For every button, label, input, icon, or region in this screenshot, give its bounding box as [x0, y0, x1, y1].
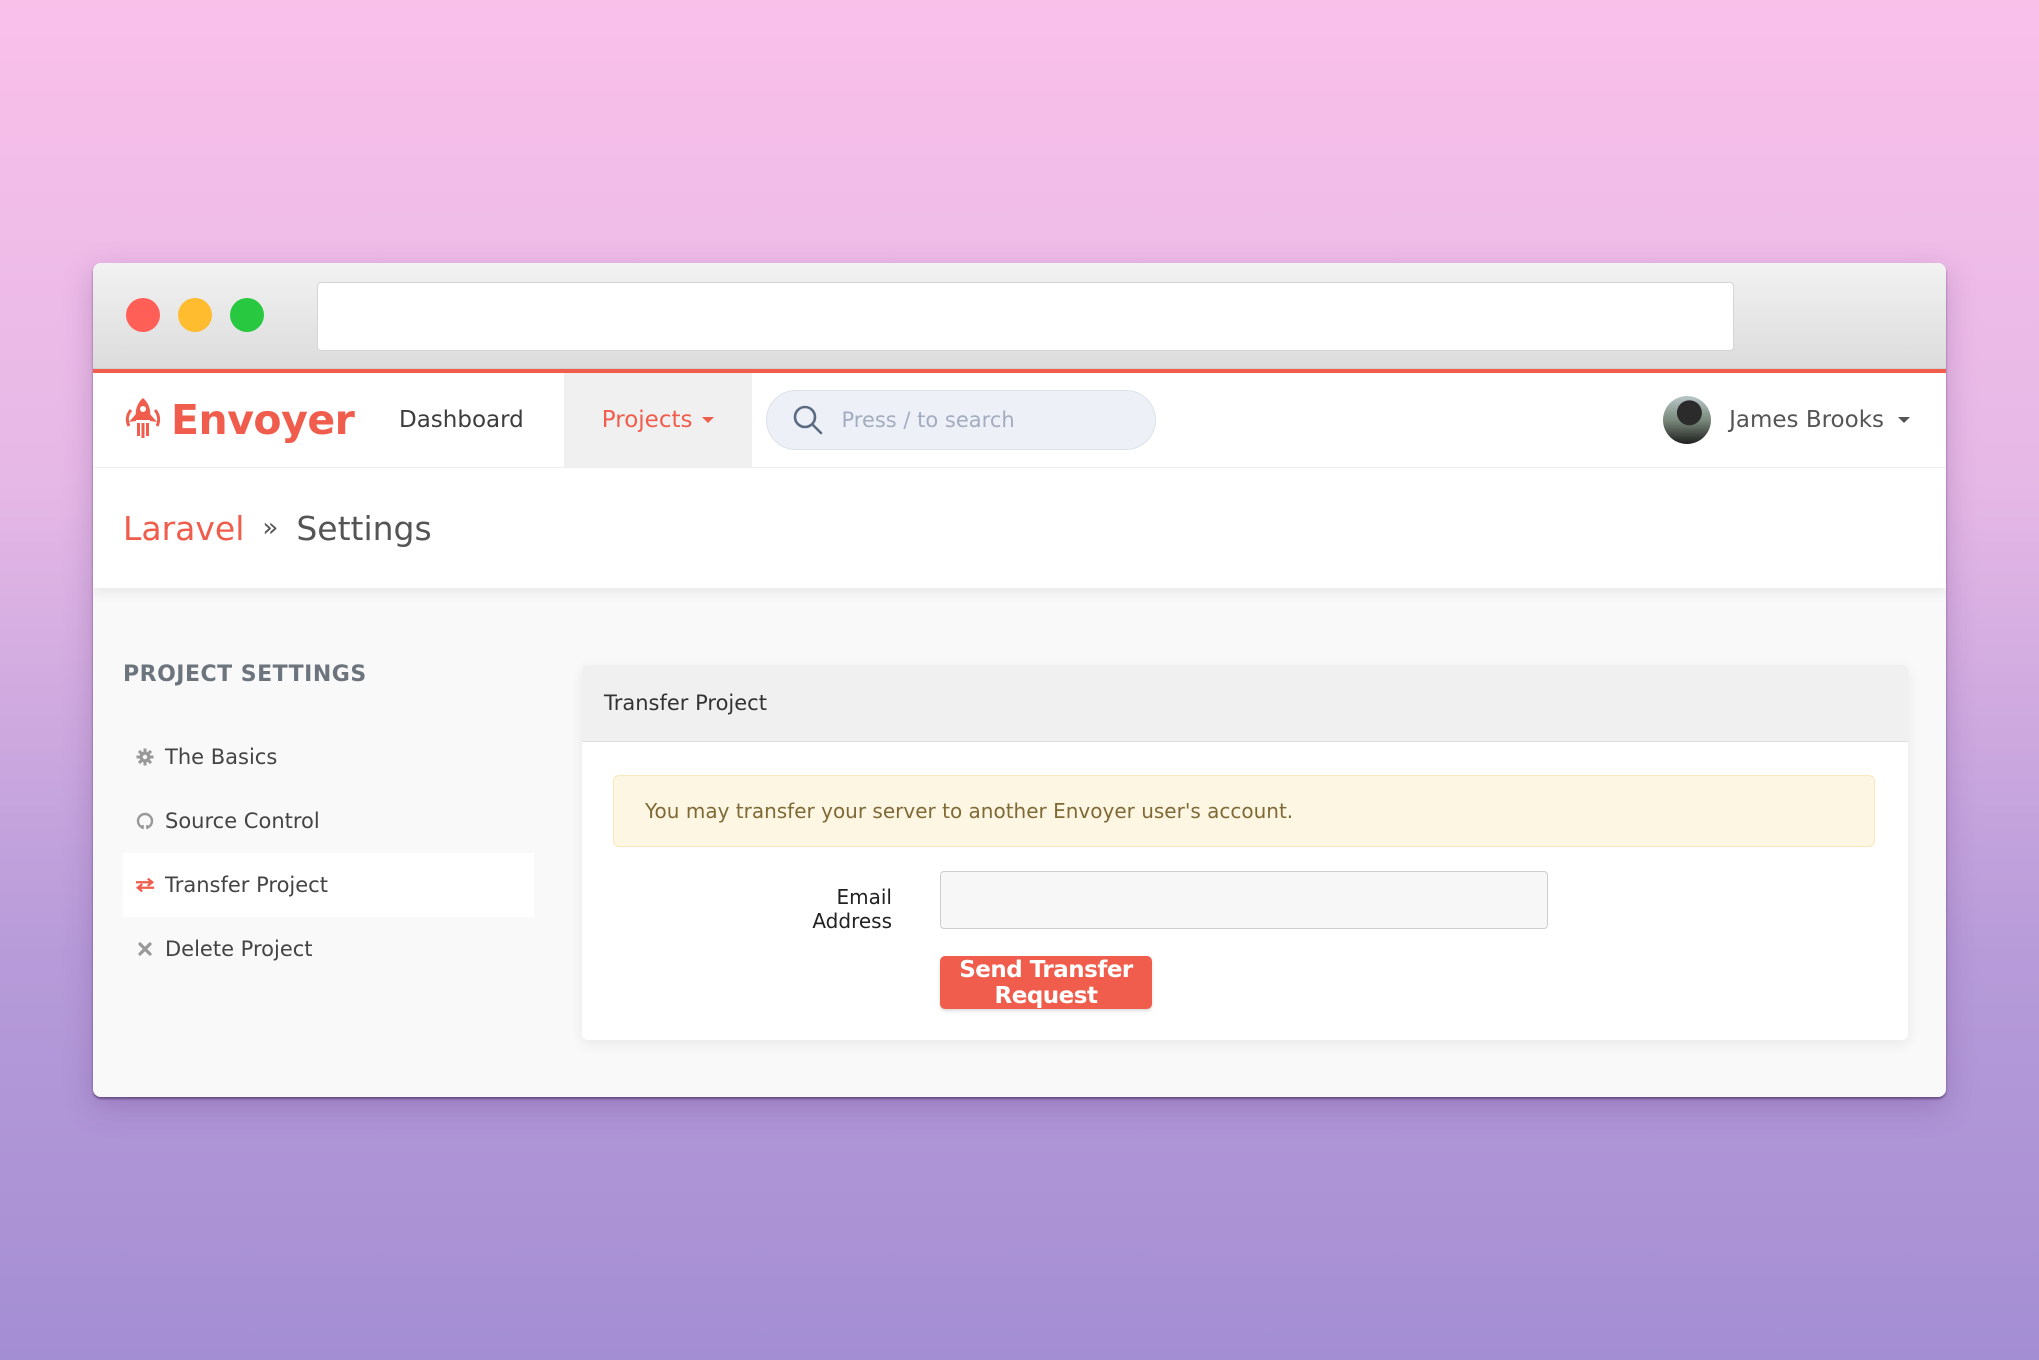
browser-window: Envoyer Dashboard Projects Press / to se…	[93, 263, 1946, 1097]
brand-name: Envoyer	[171, 396, 355, 444]
sidebar-heading: PROJECT SETTINGS	[123, 662, 367, 687]
avatar[interactable]	[1663, 396, 1712, 444]
sidebar-item-label: Source Control	[165, 809, 320, 833]
address-bar[interactable]	[317, 282, 1734, 351]
user-name[interactable]: James Brooks	[1729, 407, 1884, 433]
browser-titlebar	[93, 263, 1946, 369]
gear-icon	[135, 747, 155, 767]
brand-logo[interactable]: Envoyer	[123, 373, 355, 467]
send-transfer-request-button[interactable]: Send Transfer Request	[940, 956, 1152, 1009]
sidebar-item-label: The Basics	[165, 745, 278, 769]
transfer-arrows-icon	[135, 875, 155, 895]
rocket-icon	[123, 396, 163, 444]
main-content: PROJECT SETTINGS The Basics Source Contr…	[93, 588, 1946, 1097]
search-icon	[794, 405, 823, 435]
close-icon	[135, 939, 155, 959]
nav-projects-label: Projects	[601, 407, 693, 433]
minimize-window-button[interactable]	[178, 298, 212, 332]
chevron-down-icon	[702, 417, 715, 423]
chevron-down-icon	[1898, 417, 1910, 423]
nav-dashboard[interactable]: Dashboard	[353, 373, 564, 467]
email-field[interactable]	[940, 871, 1548, 929]
breadcrumb-project-link[interactable]: Laravel	[123, 509, 244, 548]
sidebar-item-source-control[interactable]: Source Control	[123, 789, 534, 853]
close-window-button[interactable]	[126, 298, 160, 332]
top-navbar: Envoyer Dashboard Projects Press / to se…	[93, 373, 1946, 468]
settings-sidebar: PROJECT SETTINGS The Basics Source Contr…	[123, 662, 534, 981]
sidebar-item-delete-project[interactable]: Delete Project	[123, 917, 534, 981]
github-icon	[135, 811, 155, 831]
sidebar-item-label: Transfer Project	[165, 873, 328, 897]
user-menu[interactable]: James Brooks	[1663, 373, 1910, 467]
search-input[interactable]: Press / to search	[841, 408, 1014, 432]
email-label: Email Address	[812, 885, 892, 933]
page-title: Settings	[296, 508, 432, 548]
sidebar-item-transfer-project[interactable]: Transfer Project	[123, 853, 534, 917]
transfer-project-card: Transfer Project You may transfer your s…	[582, 665, 1908, 1040]
nav-projects[interactable]: Projects	[563, 373, 753, 467]
breadcrumb: Laravel » Settings	[93, 468, 1946, 588]
sidebar-item-the-basics[interactable]: The Basics	[123, 725, 534, 789]
search-box[interactable]: Press / to search	[766, 390, 1157, 450]
maximize-window-button[interactable]	[230, 298, 264, 332]
breadcrumb-separator: »	[262, 513, 279, 543]
info-alert: You may transfer your server to another …	[613, 775, 1875, 847]
card-title: Transfer Project	[582, 665, 1908, 742]
sidebar-item-label: Delete Project	[165, 937, 313, 961]
